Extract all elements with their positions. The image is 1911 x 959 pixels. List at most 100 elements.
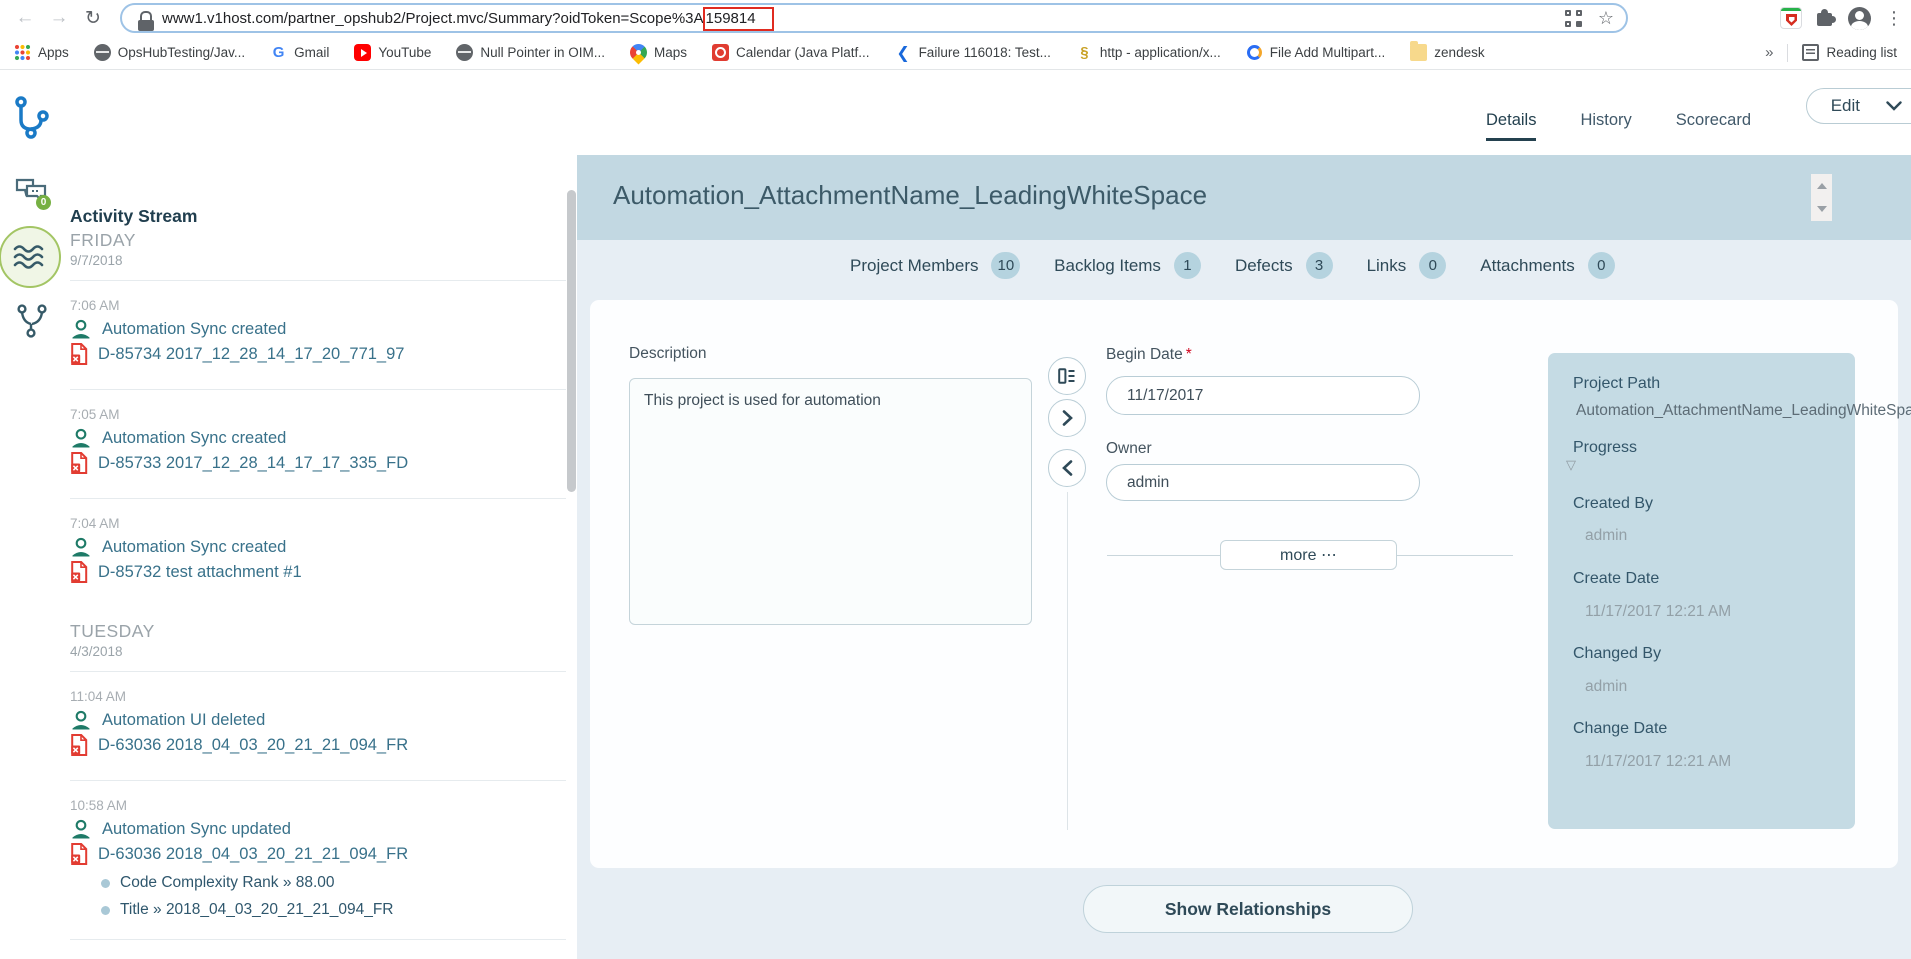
relation-count-tabs: Project Members 10 Backlog Items 1 Defec…: [850, 252, 1615, 279]
versionone-logo-icon[interactable]: [14, 96, 50, 140]
bookmark-null-pointer[interactable]: Null Pointer in OIM...: [456, 44, 605, 61]
show-relationships-button[interactable]: Show Relationships: [1083, 885, 1413, 933]
bookmark-star-icon[interactable]: ☆: [1598, 9, 1614, 27]
profile-avatar[interactable]: [1848, 7, 1871, 30]
tab-history[interactable]: History: [1580, 111, 1631, 141]
extensions-puzzle-icon[interactable]: [1816, 9, 1834, 27]
more-button[interactable]: more ⋯: [1220, 540, 1397, 570]
description-label: Description: [629, 345, 707, 363]
security-extension-icon[interactable]: [1780, 7, 1802, 29]
bookmark-youtube[interactable]: YouTube: [354, 44, 431, 61]
asset-header: Details History Scorecard Edit: [577, 70, 1911, 155]
activity-scrollbar[interactable]: [567, 190, 576, 492]
browser-chrome: ← → ↻ www1.v1host.com/partner_opshub2/Pr…: [0, 0, 1911, 70]
scroll-spinner[interactable]: [1811, 174, 1832, 221]
tab-scorecard[interactable]: Scorecard: [1676, 111, 1751, 141]
tab-defects[interactable]: Defects 3: [1235, 252, 1333, 279]
script-icon: [1076, 44, 1093, 61]
activity-change-detail: Title » 2018_04_03_20_21_21_094_FR: [101, 901, 566, 919]
tab-attachments[interactable]: Attachments 0: [1480, 252, 1615, 279]
activity-target-row[interactable]: D-63036 2018_04_03_20_21_21_094_FR: [70, 843, 566, 865]
person-icon: [70, 819, 92, 839]
tab-details[interactable]: Details: [1486, 111, 1536, 141]
begin-date-input[interactable]: 11/17/2017: [1106, 376, 1420, 415]
bookmark-failure[interactable]: Failure 116018: Test...: [895, 44, 1051, 61]
conversations-icon[interactable]: 0: [15, 178, 51, 210]
activity-target-row[interactable]: D-85732 test attachment #1: [70, 561, 566, 583]
activity-entry: 7:05 AM Automation Sync created D-85733 …: [70, 390, 566, 499]
bookmarks-overflow-chevron[interactable]: »: [1765, 44, 1773, 61]
address-bar[interactable]: www1.v1host.com/partner_opshub2/Project.…: [120, 3, 1628, 33]
browser-forward-button[interactable]: →: [42, 7, 76, 29]
change-date-value: 11/17/2017 12:21 AM: [1585, 753, 1731, 771]
activity-entry: 7:06 AM Automation Sync created D-85734 …: [70, 281, 566, 390]
activity-action: Automation Sync updated: [102, 820, 291, 839]
https-lock-icon[interactable]: [140, 11, 152, 20]
browser-toolbar: ← → ↻ www1.v1host.com/partner_opshub2/Pr…: [0, 0, 1911, 36]
person-icon: [70, 428, 92, 448]
activity-action-row[interactable]: Automation Sync created: [70, 319, 566, 339]
bookmark-opshubtesting[interactable]: OpsHubTesting/Jav...: [94, 44, 245, 61]
scroll-up-icon[interactable]: [1817, 183, 1827, 189]
jira-icon: [895, 44, 912, 61]
chrome-menu-icon[interactable]: ⋮: [1885, 9, 1903, 27]
document-x-icon: [70, 734, 88, 756]
browser-reload-button[interactable]: ↻: [76, 7, 110, 30]
activity-group-header: TUESDAY 4/3/2018: [70, 621, 566, 659]
page-title: Automation_AttachmentName_LeadingWhiteSp…: [577, 155, 1911, 211]
bookmark-apps[interactable]: Apps: [14, 44, 69, 61]
activity-stream-nav-icon[interactable]: [0, 226, 61, 288]
activity-target-link: D-85733 2017_12_28_14_17_17_335_FD: [98, 454, 408, 473]
youtube-icon: [354, 44, 371, 61]
calendar-icon: [712, 44, 729, 61]
tab-backlog-items[interactable]: Backlog Items 1: [1054, 252, 1201, 279]
collapse-left-button[interactable]: [1048, 449, 1086, 487]
left-icon-rail: 0: [0, 70, 64, 959]
activity-group-header: FRIDAY 9/7/2018: [70, 230, 566, 268]
created-by-value: admin: [1585, 527, 1627, 545]
owner-input[interactable]: admin: [1106, 464, 1420, 501]
reading-list-icon: [1802, 44, 1819, 61]
bookmark-calendar[interactable]: Calendar (Java Platf...: [712, 44, 870, 61]
globe-icon: [456, 44, 473, 61]
divider: [1107, 555, 1220, 556]
qr-code-icon[interactable]: [1565, 10, 1582, 27]
activity-target-row[interactable]: D-85733 2017_12_28_14_17_17_335_FD: [70, 452, 566, 474]
count-badge: 1: [1174, 252, 1201, 279]
url-highlight-box: 159814: [703, 7, 774, 31]
branch-icon[interactable]: [17, 304, 47, 338]
activity-action-row[interactable]: Automation Sync updated: [70, 819, 566, 839]
activity-change-detail: Code Complexity Rank » 88.00: [101, 874, 566, 892]
tab-project-members[interactable]: Project Members 10: [850, 252, 1020, 279]
collapse-right-button[interactable]: [1048, 399, 1086, 437]
owner-label: Owner: [1106, 440, 1152, 458]
scroll-down-icon[interactable]: [1817, 206, 1827, 212]
activity-action-row[interactable]: Automation Sync created: [70, 428, 566, 448]
apps-grid-icon: [14, 44, 31, 61]
activity-entry: 7:04 AM Automation Sync created D-85732 …: [70, 499, 566, 607]
reading-list-button[interactable]: Reading list: [1802, 44, 1897, 61]
activity-day-label: TUESDAY: [70, 621, 566, 642]
document-x-icon: [70, 843, 88, 865]
bookmark-maps[interactable]: Maps: [630, 44, 687, 61]
count-badge: 10: [991, 252, 1020, 279]
activity-action: Automation Sync created: [102, 429, 286, 448]
bookmark-zendesk[interactable]: zendesk: [1410, 44, 1484, 61]
create-date-label: Create Date: [1573, 570, 1659, 588]
layout-panel-button[interactable]: [1048, 357, 1086, 395]
bookmark-file-add[interactable]: File Add Multipart...: [1246, 44, 1386, 61]
tab-links[interactable]: Links 0: [1367, 252, 1447, 279]
activity-action-row[interactable]: Automation UI deleted: [70, 710, 566, 730]
bookmark-gmail[interactable]: Gmail: [270, 44, 329, 61]
activity-action-row[interactable]: Automation Sync created: [70, 537, 566, 557]
activity-stream-heading: Activity Stream: [70, 206, 566, 227]
activity-target-row[interactable]: D-85734 2017_12_28_14_17_20_771_97: [70, 343, 566, 365]
browser-back-button[interactable]: ←: [8, 7, 42, 29]
changed-by-value: admin: [1585, 678, 1627, 696]
bookmark-http[interactable]: http - application/x...: [1076, 44, 1221, 61]
activity-target-row[interactable]: D-63036 2018_04_03_20_21_21_094_FR: [70, 734, 566, 756]
edit-button[interactable]: Edit: [1806, 88, 1911, 124]
document-x-icon: [70, 343, 88, 365]
asset-tabs: Details History Scorecard: [1486, 111, 1751, 141]
description-field[interactable]: This project is used for automation: [629, 378, 1032, 625]
